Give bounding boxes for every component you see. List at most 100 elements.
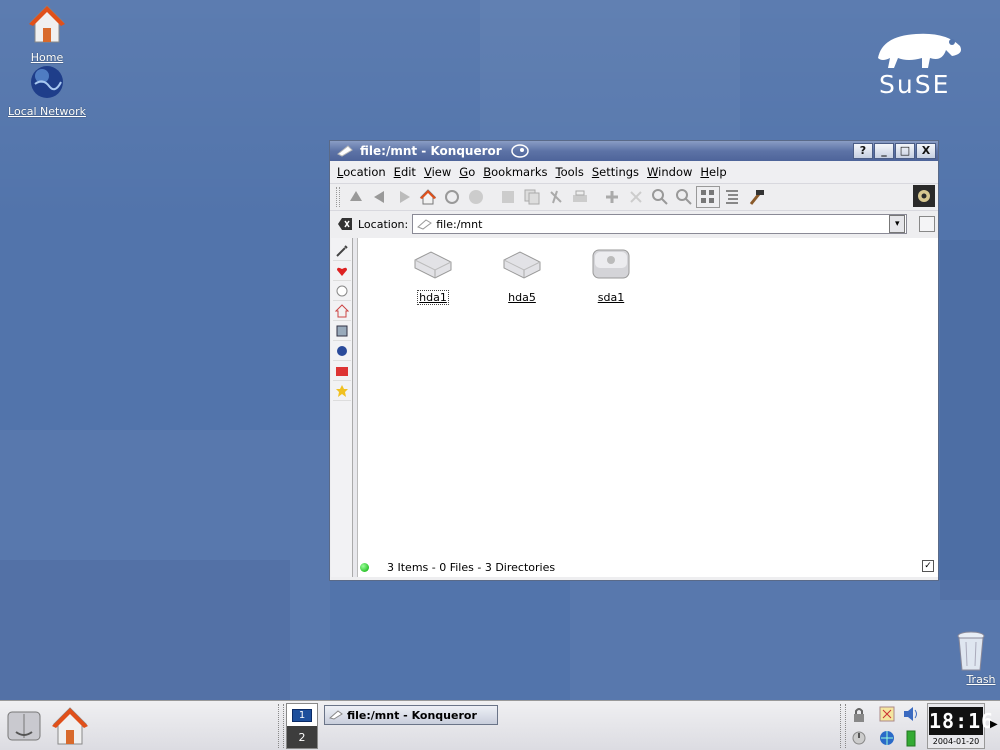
- sidebar-home-button[interactable]: [332, 301, 351, 321]
- icon-view-button[interactable]: [696, 186, 720, 208]
- logout-icon[interactable]: [851, 730, 867, 746]
- cut-button[interactable]: [496, 186, 520, 208]
- sidebar-network-button[interactable]: [332, 321, 351, 341]
- taskbar-window-button[interactable]: file:/mnt - Konqueror: [324, 705, 498, 725]
- network-label: Local Network: [8, 105, 86, 118]
- file-name: sda1: [597, 291, 625, 304]
- menu-edit[interactable]: Edit: [394, 165, 416, 179]
- toolbar-grip[interactable]: [336, 187, 340, 207]
- sidebar-history-button[interactable]: [332, 281, 351, 301]
- task-title: file:/mnt - Konqueror: [347, 708, 477, 722]
- minimize-button[interactable]: _: [874, 143, 894, 159]
- file-item[interactable]: sda1: [581, 244, 641, 304]
- content-area: hda1 hda5 sda1: [331, 238, 938, 577]
- clock[interactable]: 18:16 2004-01-20: [927, 703, 995, 749]
- cut-icon: [502, 191, 514, 203]
- desktop-trash-icon[interactable]: Trash: [926, 630, 1000, 686]
- partition-icon: [503, 251, 541, 279]
- paste-icon: [550, 190, 562, 204]
- taskbar: 1 2 file:/mnt - Konqueror 18:16 2004-01-…: [0, 700, 1000, 750]
- zoom-out-button[interactable]: [672, 186, 696, 208]
- session-buttons: [848, 703, 870, 749]
- clock-time: 18:16: [929, 707, 995, 735]
- home-launcher[interactable]: [50, 705, 90, 747]
- location-input[interactable]: file:/mnt: [412, 214, 908, 234]
- paste-button[interactable]: [544, 186, 568, 208]
- file-item[interactable]: hda1: [403, 244, 463, 305]
- menu-window[interactable]: Window: [647, 165, 692, 179]
- up-arrow-icon: [350, 191, 362, 201]
- x-icon: [630, 191, 642, 203]
- sidebar-config-button[interactable]: [332, 241, 351, 261]
- status-bar: 3 Items - 0 Files - 3 Directories ✓: [354, 558, 936, 576]
- tree-view-button[interactable]: [720, 186, 744, 208]
- kmenu-icon: [7, 711, 41, 741]
- print-button[interactable]: [568, 186, 592, 208]
- tools-button[interactable]: [744, 186, 768, 208]
- home-label: Home: [30, 51, 64, 64]
- logo-text: SuSE: [879, 70, 951, 99]
- sidebar-root-button[interactable]: [332, 341, 351, 361]
- file-view[interactable]: hda1 hda5 sda1: [358, 238, 938, 577]
- clear-location-icon: [338, 218, 352, 230]
- main-toolbar: [330, 183, 938, 211]
- desktop-network-icon[interactable]: Local Network: [2, 64, 92, 118]
- back-button[interactable]: [368, 186, 392, 208]
- sidebar-favorites-button[interactable]: [332, 381, 351, 401]
- home-button[interactable]: [416, 186, 440, 208]
- clear-location-button[interactable]: [336, 216, 354, 232]
- zoom-out-icon: [676, 189, 692, 205]
- zoom-in-button[interactable]: [648, 186, 672, 208]
- link-view-checkbox[interactable]: ✓: [922, 560, 934, 572]
- chameleon-icon: [878, 33, 961, 68]
- panel-handle[interactable]: [840, 704, 846, 748]
- location-toolbar: Location: file:/mnt ▾: [330, 211, 938, 237]
- menu-tools[interactable]: Tools: [556, 165, 584, 179]
- lock-icon[interactable]: [851, 707, 867, 723]
- folder-red-icon: [335, 366, 348, 376]
- menu-help[interactable]: Help: [700, 165, 726, 179]
- help-button[interactable]: ?: [853, 143, 873, 159]
- location-dropdown-button[interactable]: ▾: [889, 215, 906, 233]
- desktop-home-icon[interactable]: Home: [2, 4, 92, 64]
- close-button[interactable]: X: [916, 143, 936, 159]
- menu-bookmarks[interactable]: Bookmarks: [483, 165, 547, 179]
- copy-button[interactable]: [520, 186, 544, 208]
- menu-settings[interactable]: Settings: [592, 165, 639, 179]
- kmenu-button[interactable]: [4, 705, 44, 747]
- back-arrow-icon: [374, 191, 384, 203]
- menu-view[interactable]: View: [424, 165, 451, 179]
- star-icon: [335, 384, 348, 397]
- klipper-tray[interactable]: [876, 703, 898, 725]
- forward-arrow-icon: [400, 191, 410, 203]
- panel-hide-arrow-icon[interactable]: ▶: [990, 719, 998, 730]
- maximize-button[interactable]: □: [895, 143, 915, 159]
- bookmark-heart-icon: [336, 267, 347, 276]
- clock-date: 2004-01-20: [932, 737, 980, 746]
- status-indicator-icon: [360, 562, 369, 572]
- stop-button[interactable]: [464, 186, 488, 208]
- new-button[interactable]: [600, 186, 624, 208]
- desktop-1-button[interactable]: 1: [287, 704, 317, 726]
- zoom-in-icon: [652, 189, 668, 205]
- menu-location[interactable]: Location: [337, 165, 386, 179]
- file-item[interactable]: hda5: [492, 244, 552, 304]
- sidebar-bookmarks-button[interactable]: [332, 261, 351, 281]
- sidebar-services-button[interactable]: [332, 361, 351, 381]
- network-tray[interactable]: [876, 727, 898, 749]
- window-menu-icon[interactable]: [336, 144, 354, 158]
- delete-button[interactable]: [624, 186, 648, 208]
- up-button[interactable]: [344, 186, 368, 208]
- menu-go[interactable]: Go: [459, 165, 475, 179]
- panel-handle[interactable]: [278, 704, 284, 748]
- battery-icon: [906, 730, 916, 747]
- reload-button[interactable]: [440, 186, 464, 208]
- konqueror-window[interactable]: file:/mnt - Konqueror ? _ □ X Location E…: [329, 140, 939, 581]
- battery-tray[interactable]: [900, 727, 922, 749]
- title-bar[interactable]: file:/mnt - Konqueror ? _ □ X: [330, 141, 938, 161]
- desktop-2-button[interactable]: 2: [287, 726, 317, 748]
- konqueror-gear-icon[interactable]: [913, 185, 935, 207]
- forward-button[interactable]: [392, 186, 416, 208]
- go-button[interactable]: [919, 216, 936, 232]
- volume-tray[interactable]: [900, 703, 922, 725]
